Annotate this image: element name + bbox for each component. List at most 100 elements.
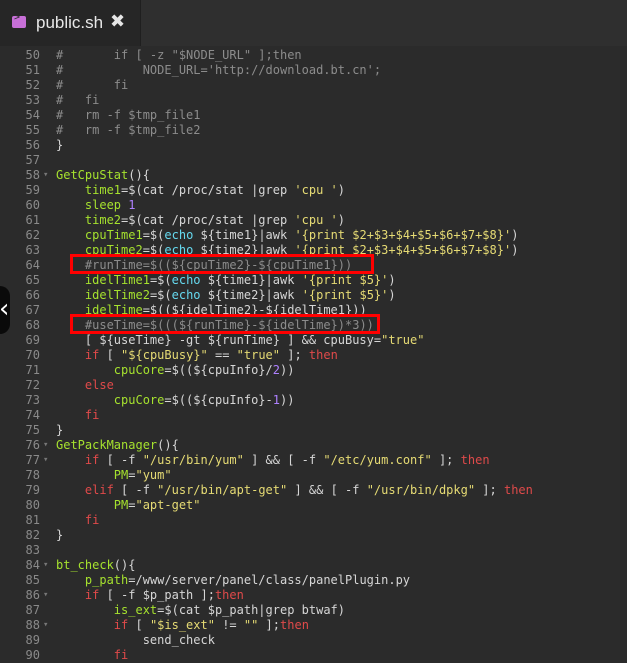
- line-number: 79: [25, 483, 40, 497]
- line-number: 76: [25, 438, 40, 452]
- code-line[interactable]: 88 ▾ if [ "$is_ext" != "" ];then: [0, 618, 627, 633]
- code-line[interactable]: 90 fi: [0, 648, 627, 663]
- line-number: 51: [25, 63, 40, 77]
- tab-title: public.sh: [36, 13, 104, 32]
- code-text: fi: [84, 408, 100, 422]
- code-text: if [ "${cpuBusy}" == "true" ]; then: [84, 348, 338, 362]
- code-text: send_check: [56, 633, 215, 647]
- fold-chevron-icon[interactable]: ▾: [43, 558, 51, 573]
- code-line[interactable]: 84 ▾ bt_check(){: [0, 558, 627, 573]
- tab-bar: public.sh ✖: [0, 0, 627, 47]
- code-text: PM="yum": [113, 468, 172, 482]
- code-text: p_path=/www/server/panel/class/panelPlug…: [84, 573, 411, 587]
- code-text: else: [84, 378, 114, 392]
- line-number: 85: [25, 573, 40, 587]
- code-text: if [ -f $p_path ];then: [84, 588, 244, 602]
- line-number: 56: [25, 138, 40, 152]
- code-line[interactable]: 57: [0, 153, 627, 168]
- collapse-sidebar-button[interactable]: [0, 286, 10, 334]
- code-line[interactable]: 51 # NODE_URL='http://download.bt.cn';: [0, 63, 627, 78]
- code-text: bt_check(){: [56, 558, 136, 572]
- code-text: time2=$(cat /proc/stat |grep 'cpu '): [84, 213, 346, 227]
- code-line[interactable]: 82}: [0, 528, 627, 543]
- line-number: 53: [25, 93, 40, 107]
- code-line[interactable]: 62 cpuTime1=$(echo ${time1}|awk '{print …: [0, 228, 627, 243]
- code-text: if [ "$is_ext" != "" ];then: [113, 618, 309, 632]
- code-line[interactable]: 50 # if [ -z "$NODE_URL" ];then: [0, 48, 627, 63]
- line-number: 87: [25, 603, 40, 617]
- code-text: [ ${useTime} -gt ${runTime} ] && cpuBusy…: [56, 333, 425, 347]
- code-line[interactable]: 58 ▾ GetCpuStat(){: [0, 168, 627, 183]
- code-line[interactable]: 71 cpuCore=$((${cpuInfo}/2)): [0, 363, 627, 378]
- code-line[interactable]: 80 PM="apt-get": [0, 498, 627, 513]
- code-line[interactable]: 66 idelTime2=$(echo ${time2}|awk '{print…: [0, 288, 627, 303]
- code-line[interactable]: 53 # fi: [0, 93, 627, 108]
- code-line[interactable]: 85 p_path=/www/server/panel/class/panelP…: [0, 573, 627, 588]
- line-number: 77: [25, 453, 40, 467]
- line-number: 84: [25, 558, 40, 572]
- code-text: }: [56, 138, 64, 152]
- code-line[interactable]: 52 # fi: [0, 78, 627, 93]
- code-text: fi: [113, 648, 129, 662]
- line-number: 70: [25, 348, 40, 362]
- code-line[interactable]: 81 fi: [0, 513, 627, 528]
- code-line[interactable]: 79 elif [ -f "/usr/bin/apt-get" ] && [ -…: [0, 483, 627, 498]
- line-number: 86: [25, 588, 40, 602]
- line-number: 80: [25, 498, 40, 512]
- code-line[interactable]: 73 cpuCore=$((${cpuInfo}-1)): [0, 393, 627, 408]
- code-text: GetCpuStat(){: [56, 168, 150, 182]
- line-number: 72: [25, 378, 40, 392]
- line-number: 69: [25, 333, 40, 347]
- close-icon[interactable]: ✖: [110, 11, 125, 32]
- code-line[interactable]: 83: [0, 543, 627, 558]
- line-number: 57: [25, 153, 40, 167]
- line-number: 89: [25, 633, 40, 647]
- code-text: # fi: [56, 93, 100, 107]
- line-number: 90: [25, 648, 40, 662]
- code-line[interactable]: 56}: [0, 138, 627, 153]
- code-text: idelTime1=$(echo ${time1}|awk '{print $5…: [84, 273, 396, 287]
- code-line[interactable]: 70 if [ "${cpuBusy}" == "true" ]; then: [0, 348, 627, 363]
- fold-chevron-icon[interactable]: ▾: [43, 453, 51, 468]
- line-number: 82: [25, 528, 40, 542]
- code-line[interactable]: 78 PM="yum": [0, 468, 627, 483]
- code-line[interactable]: 61 time2=$(cat /proc/stat |grep 'cpu '): [0, 213, 627, 228]
- fold-chevron-icon[interactable]: ▾: [43, 168, 51, 183]
- code-text: time1=$(cat /proc/stat |grep 'cpu '): [84, 183, 346, 197]
- code-line[interactable]: 54 # rm -f $tmp_file1: [0, 108, 627, 123]
- code-line[interactable]: 72 else: [0, 378, 627, 393]
- line-number: 60: [25, 198, 40, 212]
- code-line[interactable]: 86 ▾ if [ -f $p_path ];then: [0, 588, 627, 603]
- code-editor[interactable]: 50 # if [ -z "$NODE_URL" ];then 51 # NODE_U…: [0, 46, 627, 663]
- fold-chevron-icon[interactable]: ▾: [43, 618, 51, 633]
- code-text: cpuTime1=$(echo ${time1}|awk '{print $2+…: [84, 228, 519, 242]
- code-line[interactable]: 60 sleep 1: [0, 198, 627, 213]
- code-text: }: [56, 528, 64, 542]
- code-text: cpuCore=$((${cpuInfo}/2)): [113, 363, 295, 377]
- fold-chevron-icon[interactable]: ▾: [43, 588, 51, 603]
- code-line[interactable]: 77 ▾ if [ -f "/usr/bin/yum" ] && [ -f "/e…: [0, 453, 627, 468]
- fold-chevron-icon[interactable]: ▾: [43, 438, 51, 453]
- line-number: 55: [25, 123, 40, 137]
- line-number: 63: [25, 243, 40, 257]
- line-number: 65: [25, 273, 40, 287]
- code-text: PM="apt-get": [113, 498, 201, 512]
- code-line[interactable]: 55 # rm -f $tmp_file2: [0, 123, 627, 138]
- tab-public-sh[interactable]: public.sh ✖: [0, 0, 141, 46]
- line-number: 73: [25, 393, 40, 407]
- line-number: 83: [25, 543, 40, 557]
- code-text: GetPackManager(){: [56, 438, 179, 452]
- code-line[interactable]: 76 ▾ GetPackManager(){: [0, 438, 627, 453]
- code-line[interactable]: 65 idelTime1=$(echo ${time1}|awk '{print…: [0, 273, 627, 288]
- code-line[interactable]: 59 time1=$(cat /proc/stat |grep 'cpu '): [0, 183, 627, 198]
- code-text: elif [ -f "/usr/bin/apt-get" ] && [ -f "…: [84, 483, 533, 497]
- line-number: 71: [25, 363, 40, 377]
- code-line[interactable]: 74 fi: [0, 408, 627, 423]
- code-text: # if [ -z "$NODE_URL" ];then: [56, 48, 302, 62]
- code-line[interactable]: 69 [ ${useTime} -gt ${runTime} ] && cpuB…: [0, 333, 627, 348]
- terminal-file-icon: [12, 12, 26, 28]
- code-text: if [ -f "/usr/bin/yum" ] && [ -f "/etc/y…: [84, 453, 490, 467]
- code-line[interactable]: 89 send_check: [0, 633, 627, 648]
- code-line[interactable]: 75}: [0, 423, 627, 438]
- code-line[interactable]: 87 is_ext=$(cat $p_path|grep btwaf): [0, 603, 627, 618]
